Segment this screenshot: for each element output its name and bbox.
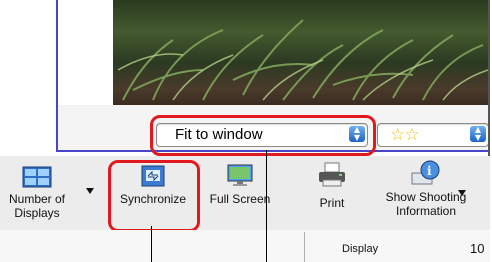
dropdown-triangle-icon[interactable] (458, 190, 466, 196)
tool-label-line2: Information (395, 204, 457, 218)
printer-icon (317, 162, 347, 188)
grid-display-icon (22, 166, 52, 188)
svg-text:i: i (427, 164, 432, 178)
status-separator (304, 232, 305, 262)
app-window: Fit to window ▲ ▼ ☆☆ ▲ ▼ Number of Display… (0, 0, 490, 262)
dropdown-triangle-icon[interactable] (86, 188, 94, 194)
photo-preview[interactable] (113, 0, 490, 105)
left-pane (0, 0, 56, 150)
highlight-synchronize (108, 160, 200, 232)
display-count: 10 (470, 241, 485, 256)
callout-line-fit-select (266, 150, 267, 262)
full-screen-icon (225, 164, 255, 188)
tool-label-line2: Displays (14, 206, 60, 220)
rating-stars: ☆☆ (390, 125, 420, 145)
info-icon: i (410, 160, 442, 186)
show-shooting-information-button[interactable]: i Show Shooting Information (378, 160, 474, 218)
display-label: Display (342, 243, 379, 255)
select-arrows-icon: ▲ ▼ (470, 126, 486, 142)
photo-foliage (117, 19, 489, 101)
tool-label-line1: Print (319, 196, 345, 210)
callout-line-synchronize (151, 226, 152, 262)
print-button[interactable]: Print (300, 160, 364, 210)
tool-label-line1: Full Screen (209, 192, 271, 206)
rating-select[interactable]: ☆☆ ▲ ▼ (377, 123, 489, 147)
full-screen-button[interactable]: Full Screen (200, 160, 280, 206)
status-area (0, 230, 490, 262)
number-of-displays-button[interactable]: Number of Displays (0, 160, 74, 220)
tool-label-line1: Number of (8, 192, 66, 206)
highlight-fit-select (150, 115, 376, 156)
